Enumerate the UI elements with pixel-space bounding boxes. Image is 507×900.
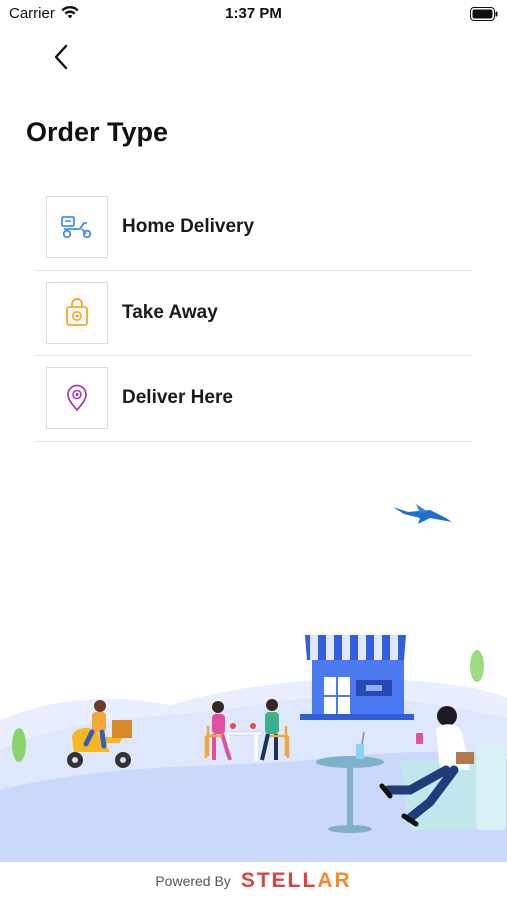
scooter-icon bbox=[61, 216, 92, 239]
brand-name-accent: AR bbox=[317, 869, 352, 892]
option-home-delivery[interactable]: Home Delivery bbox=[34, 185, 472, 271]
location-pin-icon bbox=[67, 384, 87, 412]
footer: Powered By STELLAR bbox=[0, 862, 507, 900]
option-label: Home Delivery bbox=[122, 216, 255, 238]
delivery-illustration bbox=[0, 504, 507, 862]
shop-building bbox=[300, 635, 414, 720]
brand-logo: STELLAR bbox=[241, 869, 352, 893]
brand-name: STELL bbox=[240, 869, 318, 892]
status-time: 1:37 PM bbox=[225, 5, 282, 22]
option-label: Deliver Here bbox=[122, 387, 233, 409]
option-icon-box bbox=[46, 281, 108, 344]
option-icon-box bbox=[46, 196, 108, 259]
option-icon-box bbox=[46, 367, 108, 430]
order-type-list: Home Delivery Take Away Deliver Here bbox=[34, 185, 472, 442]
option-label: Take Away bbox=[122, 301, 218, 323]
battery-icon bbox=[470, 7, 498, 26]
powered-by-label: Powered By bbox=[155, 873, 231, 889]
status-bar: Carrier 1:37 PM bbox=[0, 0, 507, 28]
airplane-icon bbox=[393, 504, 452, 524]
page-title: Order Type bbox=[26, 117, 169, 147]
chevron-left-icon bbox=[54, 44, 68, 70]
option-deliver-here[interactable]: Deliver Here bbox=[34, 356, 472, 442]
shopping-bag-icon bbox=[66, 297, 88, 326]
option-take-away[interactable]: Take Away bbox=[34, 271, 472, 356]
back-button[interactable] bbox=[44, 40, 78, 74]
